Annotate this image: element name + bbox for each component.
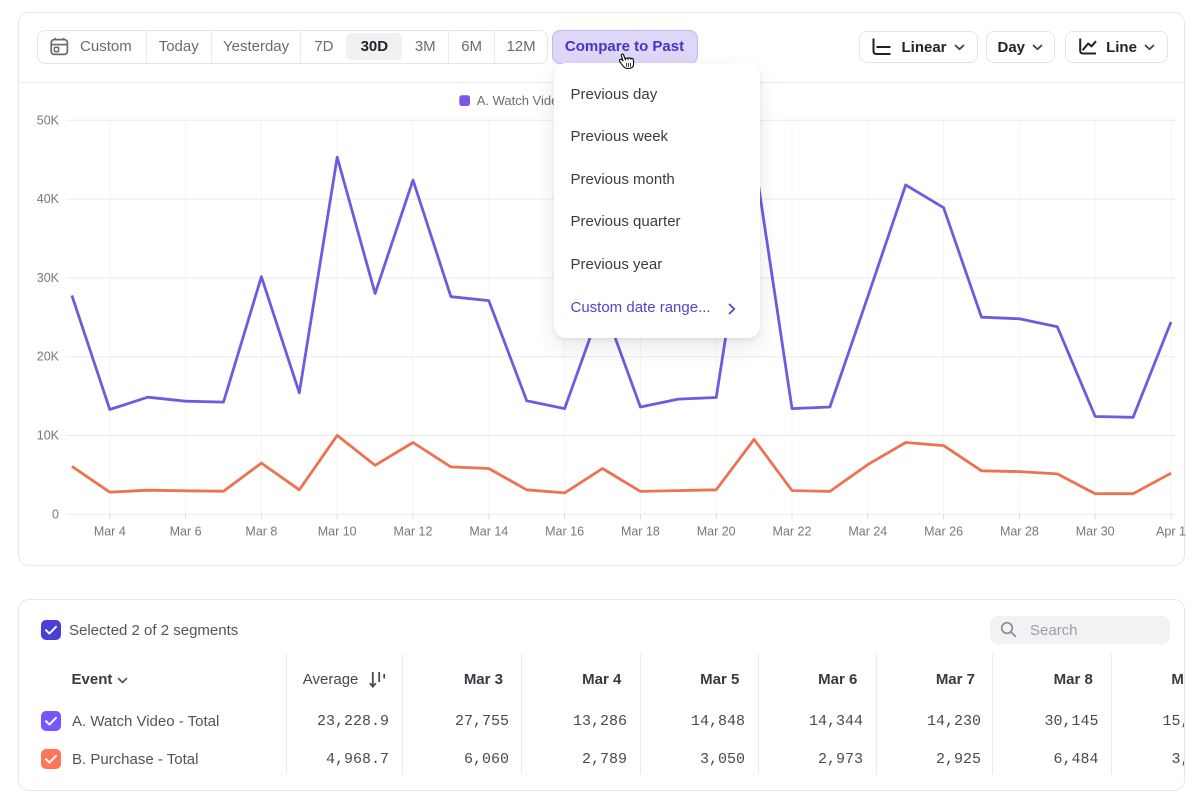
svg-text:10K: 10K: [37, 429, 60, 443]
svg-text:Mar 28: Mar 28: [1000, 525, 1039, 539]
svg-text:20K: 20K: [37, 350, 60, 364]
svg-text:50K: 50K: [37, 113, 60, 127]
svg-text:Mar 8: Mar 8: [245, 525, 277, 539]
svg-text:Mar 20: Mar 20: [697, 525, 736, 539]
svg-text:Mar 22: Mar 22: [773, 525, 812, 539]
svg-text:A. Watch Video: A. Watch Video: [477, 93, 566, 108]
svg-text:30K: 30K: [37, 271, 60, 285]
svg-text:Mar 4: Mar 4: [94, 525, 126, 539]
svg-text:Mar 26: Mar 26: [924, 525, 963, 539]
svg-text:Apr 1: Apr 1: [1156, 525, 1186, 539]
svg-text:Mar 10: Mar 10: [318, 525, 357, 539]
svg-text:Mar 30: Mar 30: [1076, 525, 1115, 539]
svg-text:Mar 24: Mar 24: [848, 525, 887, 539]
svg-text:40K: 40K: [37, 192, 60, 206]
svg-text:Mar 12: Mar 12: [394, 525, 433, 539]
svg-text:Mar 6: Mar 6: [170, 525, 202, 539]
svg-text:Mar 18: Mar 18: [621, 525, 660, 539]
svg-text:Mar 16: Mar 16: [545, 525, 584, 539]
svg-text:Mar 14: Mar 14: [469, 525, 508, 539]
svg-text:0: 0: [52, 507, 59, 521]
